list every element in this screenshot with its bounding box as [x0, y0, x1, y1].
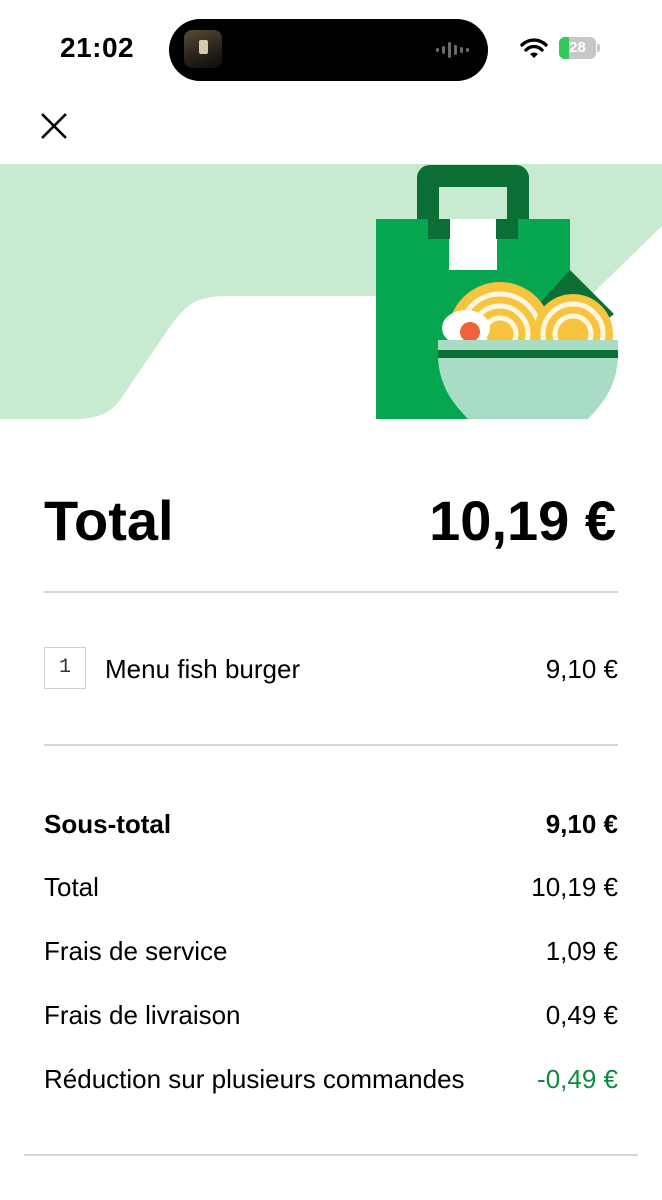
battery-icon: 28 — [559, 37, 601, 61]
item-price: 9,10 € — [545, 654, 618, 684]
total-title: Total — [44, 489, 174, 552]
delivery-fee-value: 0,49 € — [545, 1000, 618, 1030]
delivery-fee-row: Frais de livraison 0,49 € — [44, 997, 618, 1033]
order-illustration — [0, 164, 662, 419]
item-quantity: 1 — [44, 647, 86, 689]
divider — [24, 1154, 638, 1156]
close-icon[interactable] — [38, 110, 70, 142]
discount-value: -0,49 € — [537, 1064, 618, 1094]
battery-level: 28 — [569, 39, 586, 56]
now-playing-thumbnail — [184, 30, 222, 68]
divider — [44, 744, 618, 746]
wifi-icon — [520, 38, 548, 58]
total-row: Total 10,19 € — [44, 869, 618, 905]
service-fee-value: 1,09 € — [545, 936, 618, 966]
subtotal-row: Sous-total 9,10 € — [44, 806, 618, 842]
item-name: Menu fish burger — [105, 654, 301, 684]
total-label: Total — [44, 872, 99, 902]
discount-row: Réduction sur plusieurs commandes -0,49 … — [44, 1061, 618, 1097]
status-bar: 21:02 28 — [0, 0, 662, 100]
waveform-icon — [436, 42, 469, 58]
delivery-fee-label: Frais de livraison — [44, 1000, 241, 1030]
subtotal-label: Sous-total — [44, 809, 172, 839]
divider — [44, 591, 618, 593]
service-fee-row: Frais de service 1,09 € — [44, 933, 618, 969]
subtotal-value: 9,10 € — [545, 809, 618, 839]
discount-label: Réduction sur plusieurs commandes — [44, 1064, 465, 1094]
status-time: 21:02 — [60, 32, 135, 63]
dynamic-island[interactable] — [169, 19, 488, 81]
total-amount: 10,19 € — [429, 489, 616, 552]
service-fee-label: Frais de service — [44, 936, 228, 966]
total-value: 10,19 € — [531, 872, 618, 902]
